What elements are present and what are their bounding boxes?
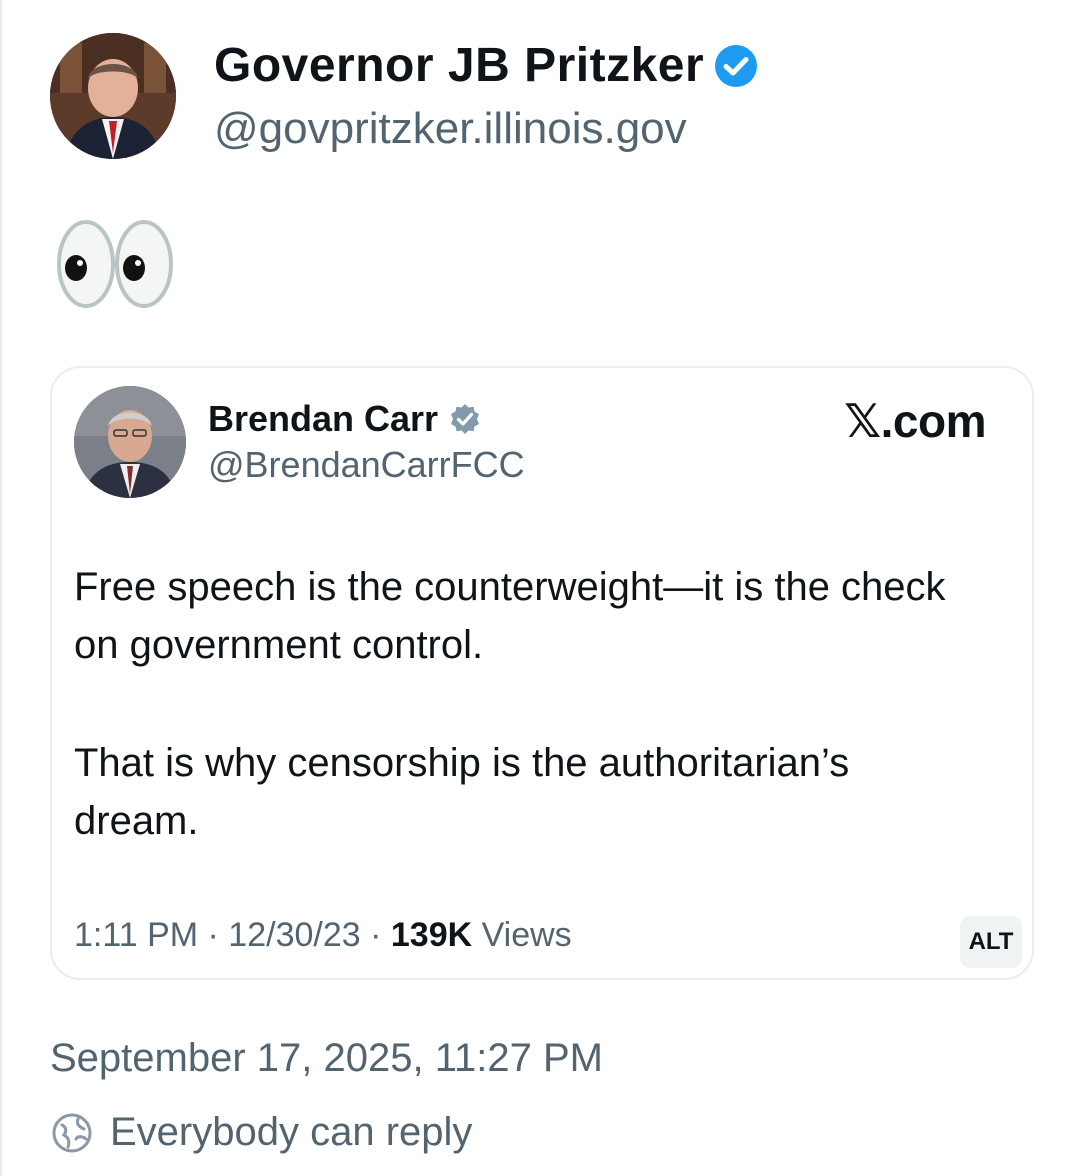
- author-name-text: Governor JB Pritzker: [214, 39, 705, 92]
- post-detail: Governor JB Pritzker @govpritzker.illino…: [0, 0, 1080, 1176]
- quoted-post-card[interactable]: Brendan Carr @BrendanCarrFCC 𝕏.com Free …: [50, 366, 1034, 980]
- reply-permission-icon: [52, 1113, 92, 1152]
- quote-paragraph: That is why censorship is the authoritar…: [74, 741, 850, 843]
- quote-paragraph: Free speech is the counterweight—it is t…: [74, 565, 946, 667]
- quote-views-label: Views: [472, 916, 572, 954]
- author-display-name[interactable]: Governor JB Pritzker: [214, 38, 760, 93]
- eyes-emoji-icon: [57, 220, 173, 308]
- author-avatar[interactable]: [50, 33, 176, 159]
- quote-author-avatar[interactable]: [74, 386, 186, 498]
- quote-meta-time: 1:11 PM · 12/30/23 ·: [74, 916, 391, 954]
- quote-author-name[interactable]: Brendan Carr: [208, 398, 482, 440]
- author-handle[interactable]: @govpritzker.illinois.gov: [214, 104, 687, 154]
- verified-badge-icon: [715, 44, 758, 87]
- quote-avatar-image: [74, 386, 186, 498]
- reply-setting-label: Everybody can reply: [110, 1110, 473, 1154]
- reply-setting[interactable]: Everybody can reply: [50, 1110, 472, 1155]
- quote-author-handle[interactable]: @BrendanCarrFCC: [208, 444, 525, 486]
- post-body-emoji: 👀: [56, 218, 174, 310]
- verified-badge-icon: [451, 404, 480, 434]
- quote-author-name-text: Brendan Carr: [208, 398, 439, 439]
- alt-text-button[interactable]: ALT: [960, 916, 1022, 968]
- quote-text: Free speech is the counterweight—it is t…: [74, 558, 954, 910]
- quote-views-count: 139K: [390, 916, 473, 954]
- author-avatar-image: [50, 33, 176, 159]
- post-timestamp[interactable]: September 17, 2025, 11:27 PM: [50, 1036, 603, 1081]
- quote-meta: 1:11 PM · 12/30/23 · 139K Views: [74, 916, 572, 955]
- quote-source-label: 𝕏.com: [844, 395, 986, 447]
